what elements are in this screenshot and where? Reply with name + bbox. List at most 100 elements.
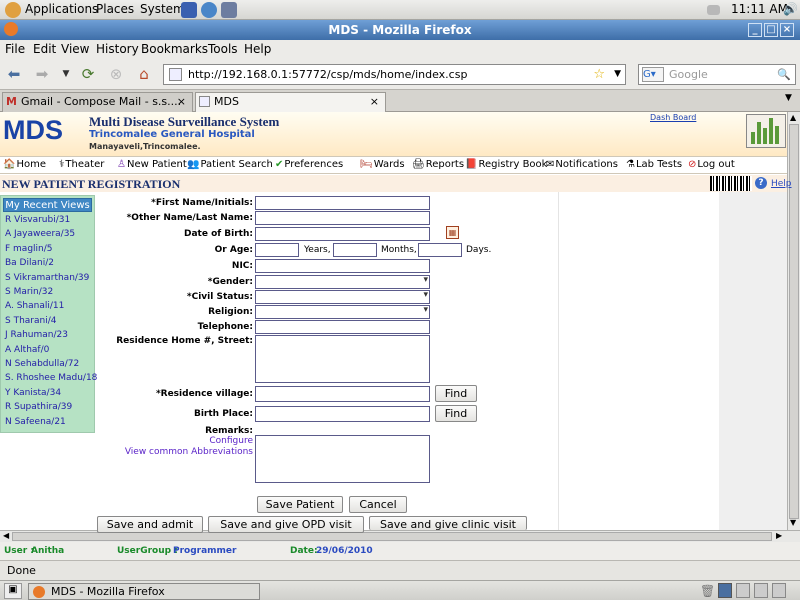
nic-input[interactable] [255, 259, 430, 273]
nav-patient-search[interactable]: 👥Patient Search [187, 159, 273, 170]
network-icon[interactable] [707, 5, 720, 15]
home-icon[interactable]: ⌂ [135, 65, 153, 83]
gender-select[interactable] [255, 275, 430, 289]
nav-notifications[interactable]: ✉Notifications [546, 159, 618, 170]
email-icon[interactable] [221, 2, 237, 18]
village-find-button[interactable]: Find [435, 385, 477, 402]
nav-home[interactable]: 🏠Home [3, 159, 46, 170]
dob-input[interactable] [255, 227, 430, 241]
recent-view-item[interactable]: S Tharani/4 [5, 316, 56, 326]
scroll-right-icon[interactable]: ▶ [776, 531, 782, 540]
forward-icon[interactable]: ➡ [33, 65, 51, 83]
bookmark-star-icon[interactable]: ☆ [593, 65, 605, 84]
recent-view-item[interactable]: R Visvarubi/31 [5, 215, 70, 225]
workspace-1[interactable] [718, 583, 732, 598]
nav-lab-tests[interactable]: ⚗Lab Tests [626, 159, 682, 170]
browser-icon[interactable] [201, 2, 217, 18]
tab-close-icon[interactable]: × [370, 93, 379, 111]
save-opd-button[interactable]: Save and give OPD visit [208, 516, 364, 533]
tab-close-icon[interactable]: × [177, 93, 186, 111]
age-years-input[interactable] [255, 243, 299, 257]
recent-view-item[interactable]: A Althaf/0 [5, 345, 49, 355]
age-days-input[interactable] [418, 243, 462, 257]
menu-help[interactable]: Help [244, 42, 271, 56]
scroll-left-icon[interactable]: ◀ [3, 531, 9, 540]
recent-view-item[interactable]: Ba Dilani/2 [5, 258, 54, 268]
nav-new-patient[interactable]: ♙New Patient [117, 159, 187, 170]
clock[interactable]: 11:11 AM [731, 2, 788, 16]
residence-textarea[interactable] [255, 335, 430, 383]
workspace-2[interactable] [736, 583, 750, 598]
calculator-icon[interactable] [181, 2, 197, 18]
stop-icon[interactable]: ⊗ [107, 65, 125, 83]
dashboard-link[interactable]: Dash Board [650, 113, 696, 122]
nav-registry-book[interactable]: 📕Registry Book [465, 159, 547, 170]
url-dropdown-icon[interactable]: ▼ [614, 65, 621, 84]
maximize-icon[interactable]: □ [764, 23, 778, 37]
save-admit-button[interactable]: Save and admit [97, 516, 203, 533]
birth-place-input[interactable] [255, 406, 430, 422]
birth-place-find-button[interactable]: Find [435, 405, 477, 422]
show-desktop-icon[interactable]: ▣ [4, 583, 22, 599]
search-icon[interactable]: 🔍 [777, 65, 791, 84]
help-link[interactable]: Help [771, 179, 792, 189]
recent-view-item[interactable]: A. Shanali/11 [5, 301, 64, 311]
url-bar[interactable]: http://192.168.0.1:57772/csp/mds/home/in… [163, 64, 626, 85]
nav-wards[interactable]: 🛏Wards [360, 159, 405, 170]
tab-mds[interactable]: MDS × [195, 92, 386, 112]
recent-view-item[interactable]: S Marin/32 [5, 287, 53, 297]
nav-reports[interactable]: 🖨Reports [412, 159, 464, 170]
system-menu[interactable]: System [140, 2, 185, 16]
menu-bookmarks[interactable]: Bookmarks [141, 42, 208, 56]
nav-logout[interactable]: ⊘Log out [688, 159, 735, 170]
village-input[interactable] [255, 386, 430, 402]
configure-link[interactable]: Configure [209, 436, 253, 446]
scroll-up-icon[interactable]: ▲ [790, 113, 796, 122]
menu-history[interactable]: History [96, 42, 139, 56]
taskbar-firefox-button[interactable]: MDS - Mozilla Firefox [28, 583, 260, 600]
age-months-input[interactable] [333, 243, 377, 257]
hscroll-thumb[interactable] [12, 532, 772, 541]
recent-view-item[interactable]: S. Rhoshee Madu/18 [5, 373, 97, 383]
recent-view-item[interactable]: F maglin/5 [5, 244, 53, 254]
recent-view-item[interactable]: N Safeena/21 [5, 417, 66, 427]
save-clinic-button[interactable]: Save and give clinic visit [369, 516, 527, 531]
places-menu[interactable]: Places [96, 2, 134, 16]
help-icon[interactable]: ? [755, 177, 767, 189]
civil-status-select[interactable] [255, 290, 430, 304]
menu-view[interactable]: View [61, 42, 89, 56]
telephone-input[interactable] [255, 320, 430, 334]
tab-gmail[interactable]: M Gmail - Compose Mail - s.s.... × [2, 92, 193, 112]
abbreviations-link[interactable]: View common Abbreviations [125, 447, 253, 457]
recent-view-item[interactable]: J Rahuman/23 [5, 330, 68, 340]
first-name-input[interactable] [255, 196, 430, 210]
nav-preferences[interactable]: ✔Preferences [275, 159, 343, 170]
other-name-input[interactable] [255, 211, 430, 225]
workspace-3[interactable] [754, 583, 768, 598]
calendar-icon[interactable]: ▦ [446, 226, 459, 239]
tab-list-icon[interactable]: ▼ [785, 93, 792, 103]
nav-theater[interactable]: ⚕Theater [59, 159, 104, 170]
search-engine-icon[interactable]: G▾ [642, 67, 664, 82]
recent-view-item[interactable]: N Sehabdulla/72 [5, 359, 79, 369]
recent-view-item[interactable]: R Supathira/39 [5, 402, 72, 412]
recent-view-item[interactable]: A Jayaweera/35 [5, 229, 75, 239]
religion-select[interactable] [255, 305, 430, 319]
trash-icon[interactable]: 🗑 [700, 584, 715, 598]
menu-tools[interactable]: Tools [208, 42, 238, 56]
minimize-icon[interactable]: _ [748, 23, 762, 37]
reload-icon[interactable]: ⟳ [79, 65, 97, 83]
save-patient-button[interactable]: Save Patient [257, 496, 343, 513]
remarks-textarea[interactable] [255, 435, 430, 483]
menu-edit[interactable]: Edit [33, 42, 56, 56]
back-icon[interactable]: ⬅ [5, 65, 23, 83]
scroll-down-icon[interactable]: ▼ [790, 518, 796, 527]
recent-view-item[interactable]: Y Kanista/34 [5, 388, 61, 398]
applications-menu[interactable]: Applications [25, 2, 98, 16]
history-dropdown-icon[interactable]: ▼ [57, 65, 75, 83]
close-icon[interactable]: × [780, 23, 794, 37]
recent-view-item[interactable]: S Vikramarthan/39 [5, 273, 89, 283]
search-input[interactable]: G▾ Google 🔍 [638, 64, 796, 85]
workspace-4[interactable] [772, 583, 786, 598]
cancel-button[interactable]: Cancel [349, 496, 407, 513]
